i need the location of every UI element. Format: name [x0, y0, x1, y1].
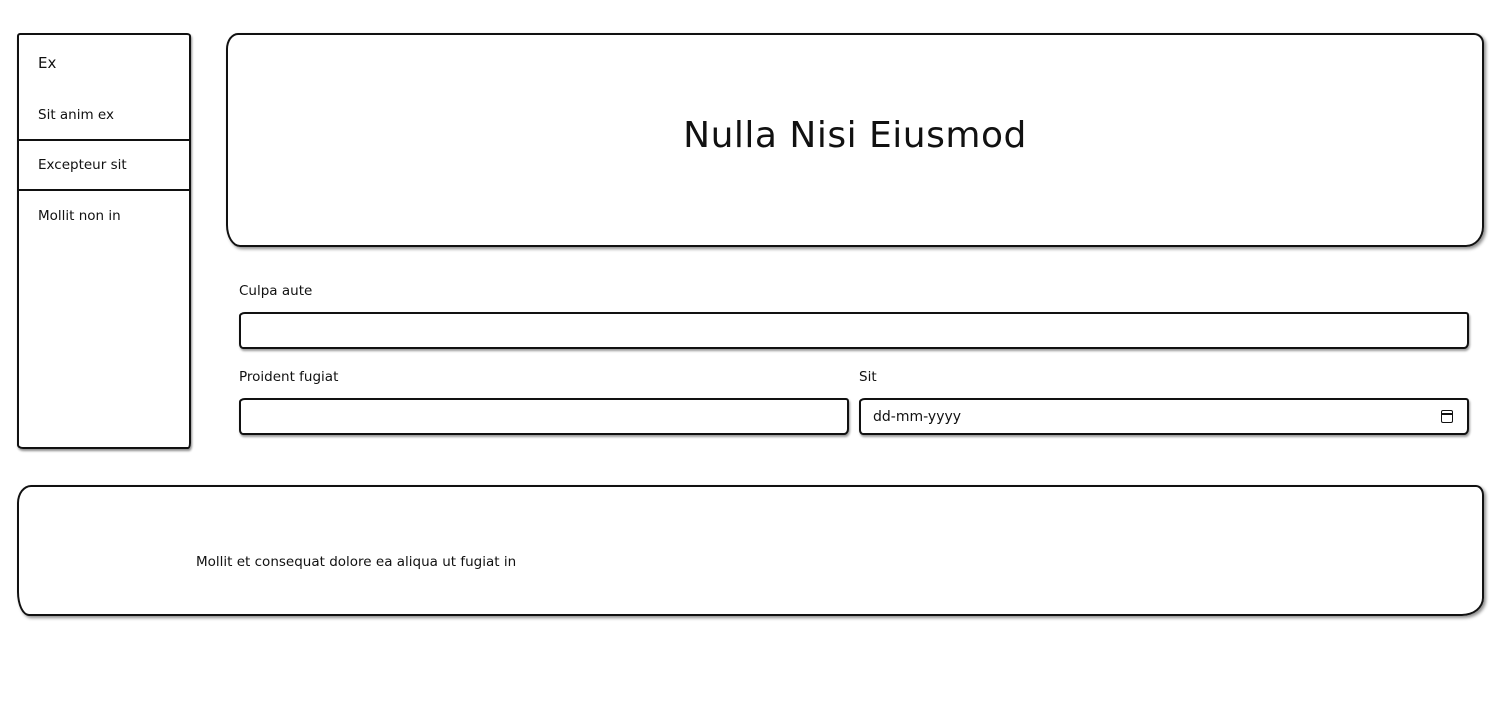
- hero-banner: Nulla Nisi Eiusmod: [226, 33, 1484, 247]
- proident-fugiat-field-wrapper: [239, 398, 849, 435]
- sidebar-item-excepteur-sit[interactable]: Excepteur sit: [19, 141, 189, 191]
- footer-text: Mollit et consequat dolore ea aliqua ut …: [196, 554, 517, 570]
- sidebar-title: Ex: [38, 54, 57, 72]
- sidebar-item-label: Excepteur sit: [38, 157, 127, 173]
- sidebar: Ex Sit anim ex Excepteur sit Mollit non …: [17, 33, 191, 449]
- page: Ex Sit anim ex Excepteur sit Mollit non …: [0, 0, 1500, 720]
- culpa-aute-field-wrapper: [239, 312, 1469, 349]
- sidebar-item-sit-anim-ex[interactable]: Sit anim ex: [19, 91, 189, 141]
- proident-fugiat-input[interactable]: [241, 400, 847, 433]
- sidebar-item-mollit-non-in[interactable]: Mollit non in: [19, 191, 189, 241]
- page-title: Nulla Nisi Eiusmod: [683, 115, 1027, 156]
- sidebar-item-label: Sit anim ex: [38, 107, 114, 123]
- proident-fugiat-label: Proident fugiat: [239, 369, 339, 385]
- sit-label: Sit: [859, 369, 877, 385]
- sidebar-item-label: Mollit non in: [38, 208, 121, 224]
- culpa-aute-input[interactable]: [241, 314, 1467, 347]
- footer: Mollit et consequat dolore ea aliqua ut …: [17, 485, 1484, 616]
- calendar-icon[interactable]: [1441, 410, 1453, 423]
- date-placeholder: dd-mm-yyyy: [873, 409, 962, 425]
- sit-date-input[interactable]: dd-mm-yyyy: [859, 398, 1469, 435]
- culpa-aute-label: Culpa aute: [239, 283, 313, 299]
